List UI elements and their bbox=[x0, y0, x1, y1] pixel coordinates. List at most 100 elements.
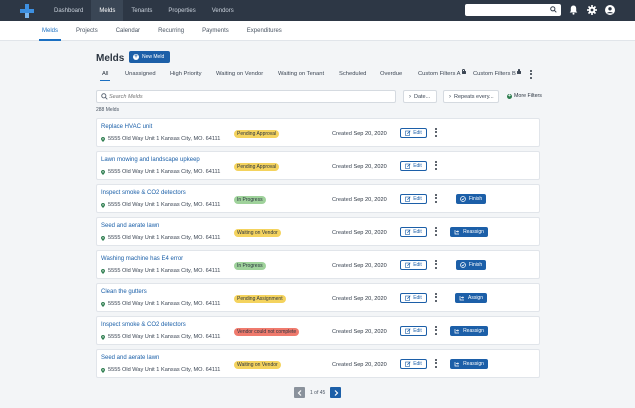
address-text: 5555 Old Way Unit 1 Kansas City, MO. 641… bbox=[108, 235, 221, 241]
subnav-expenditures[interactable]: Expenditures bbox=[247, 21, 282, 41]
meld-menu-icon[interactable] bbox=[435, 227, 438, 236]
logo-icon[interactable] bbox=[20, 3, 34, 18]
meld-card[interactable]: Clean the gutters 5555 Old Way Unit 1 Kan… bbox=[96, 283, 540, 312]
bell-icon[interactable] bbox=[569, 5, 578, 15]
topnav-tenants[interactable]: Tenants bbox=[123, 0, 160, 21]
topnav-vendors[interactable]: Vendors bbox=[204, 0, 242, 21]
tab-all[interactable]: All bbox=[99, 71, 112, 81]
reassign-button[interactable]: Reassign bbox=[450, 227, 488, 237]
tab-overdue[interactable]: Overdue bbox=[380, 71, 402, 77]
meld-title[interactable]: Lawn mowing and landscape upkeep bbox=[101, 157, 200, 163]
subnav-recurring[interactable]: Recurring bbox=[158, 21, 184, 41]
meld-title[interactable]: Seed and aerate lawn bbox=[101, 355, 159, 361]
assign-button[interactable]: Assign bbox=[455, 293, 487, 303]
meld-title[interactable]: Washing machine has E4 error bbox=[101, 256, 183, 262]
meld-menu-icon[interactable] bbox=[435, 128, 438, 137]
search-input[interactable] bbox=[109, 92, 389, 102]
created-value: Sep 20, 2020 bbox=[353, 296, 387, 302]
edit-button[interactable]: Edit bbox=[400, 128, 427, 138]
user-avatar-icon[interactable] bbox=[605, 5, 615, 15]
lock-icon bbox=[461, 69, 466, 74]
edit-button[interactable]: Edit bbox=[400, 326, 427, 336]
more-filters-label: More Filters bbox=[514, 93, 542, 99]
finish-button[interactable]: Finish bbox=[456, 194, 486, 204]
meld-menu-icon[interactable] bbox=[435, 260, 438, 269]
created-prefix: Created bbox=[332, 197, 352, 203]
tab-high-priority[interactable]: High Priority bbox=[170, 71, 202, 77]
edit-button[interactable]: Edit bbox=[400, 293, 427, 303]
edit-button[interactable]: Edit bbox=[400, 194, 427, 204]
previous-page-button[interactable] bbox=[294, 387, 305, 398]
tab-custom-filters-a-label: Custom Filters A bbox=[418, 71, 461, 77]
edit-label: Edit bbox=[413, 229, 422, 235]
meld-card[interactable]: Replace HVAC unit 5555 Old Way Unit 1 Kan… bbox=[96, 118, 540, 147]
tab-waiting-on-vendor[interactable]: Waiting on Vendor bbox=[216, 71, 263, 77]
edit-label: Edit bbox=[413, 328, 422, 334]
new-meld-button[interactable]: + New Meld bbox=[129, 51, 171, 63]
subnav-melds[interactable]: Melds bbox=[38, 21, 62, 41]
global-search-input[interactable] bbox=[465, 4, 561, 16]
date-filter-button[interactable]: › Date... bbox=[403, 90, 437, 103]
meld-title[interactable]: Inspect smoke & CO2 detectors bbox=[101, 322, 186, 328]
edit-button[interactable]: Edit bbox=[400, 359, 427, 369]
subnav-calendar[interactable]: Calendar bbox=[116, 21, 140, 41]
meld-menu-icon[interactable] bbox=[435, 161, 438, 170]
page-indicator: 1 of 45 bbox=[310, 389, 326, 396]
meld-address: 5555 Old Way Unit 1 Kansas City, MO. 641… bbox=[101, 235, 220, 241]
created-date: Created Sep 20, 2020 bbox=[332, 329, 387, 335]
meld-title[interactable]: Inspect smoke & CO2 detectors bbox=[101, 190, 186, 196]
reassign-button[interactable]: Reassign bbox=[450, 326, 488, 336]
tab-custom-filters-b-label: Custom Filters B bbox=[473, 71, 516, 77]
reassign-button[interactable]: Reassign bbox=[450, 359, 488, 369]
tab-unassigned[interactable]: Unassigned bbox=[125, 71, 156, 77]
meld-title[interactable]: Replace HVAC unit bbox=[101, 124, 152, 130]
topnav-properties[interactable]: Properties bbox=[160, 0, 203, 21]
subnav-projects[interactable]: Projects bbox=[76, 21, 98, 41]
meld-card[interactable]: Lawn mowing and landscape upkeep 5555 Old… bbox=[96, 151, 540, 180]
repeats-filter-button[interactable]: › Repeats every... bbox=[443, 90, 499, 103]
meld-card[interactable]: Seed and aerate lawn 5555 Old Way Unit 1 … bbox=[96, 349, 540, 378]
topnav-melds[interactable]: Melds bbox=[91, 0, 124, 21]
meld-card[interactable]: Inspect smoke & CO2 detectors 5555 Old Wa… bbox=[96, 316, 540, 345]
meld-address: 5555 Old Way Unit 1 Kansas City, MO. 641… bbox=[101, 301, 220, 307]
repeats-filter-label: Repeats every... bbox=[454, 93, 494, 100]
edit-button[interactable]: Edit bbox=[400, 227, 427, 237]
edit-icon bbox=[405, 130, 411, 136]
status-badge: In Progress bbox=[234, 262, 266, 270]
created-date: Created Sep 20, 2020 bbox=[332, 131, 387, 137]
meld-menu-icon[interactable] bbox=[435, 194, 438, 203]
more-filters-button[interactable]: + More Filters bbox=[507, 93, 542, 99]
subnav-payments[interactable]: Payments bbox=[202, 21, 229, 41]
status-badge: In Progress bbox=[234, 196, 266, 204]
created-value: Sep 20, 2020 bbox=[353, 197, 387, 203]
search-icon[interactable] bbox=[550, 6, 557, 13]
meld-card[interactable]: Washing machine has E4 error 5555 Old Way… bbox=[96, 250, 540, 279]
gear-icon[interactable] bbox=[587, 5, 597, 15]
created-prefix: Created bbox=[332, 362, 352, 368]
finish-button[interactable]: Finish bbox=[456, 260, 486, 270]
tab-custom-filters-b[interactable]: Custom Filters B bbox=[473, 69, 521, 77]
meld-card[interactable]: Seed and aerate lawn 5555 Old Way Unit 1 … bbox=[96, 217, 540, 246]
tab-custom-filters-a[interactable]: Custom Filters A bbox=[418, 69, 466, 77]
topnav-dashboard[interactable]: Dashboard bbox=[46, 0, 91, 21]
tab-waiting-on-tenant[interactable]: Waiting on Tenant bbox=[278, 71, 324, 77]
meld-menu-icon[interactable] bbox=[435, 326, 438, 335]
created-date: Created Sep 20, 2020 bbox=[332, 197, 387, 203]
created-date: Created Sep 20, 2020 bbox=[332, 164, 387, 170]
created-date: Created Sep 20, 2020 bbox=[332, 296, 387, 302]
chevron-right-icon bbox=[334, 389, 339, 396]
created-date: Created Sep 20, 2020 bbox=[332, 362, 387, 368]
created-value: Sep 20, 2020 bbox=[353, 263, 387, 269]
edit-button[interactable]: Edit bbox=[400, 161, 427, 171]
tab-scheduled[interactable]: Scheduled bbox=[339, 71, 366, 77]
edit-button[interactable]: Edit bbox=[400, 260, 427, 270]
meld-title[interactable]: Seed and aerate lawn bbox=[101, 223, 159, 229]
meld-title[interactable]: Clean the gutters bbox=[101, 289, 147, 295]
meld-card[interactable]: Inspect smoke & CO2 detectors 5555 Old Wa… bbox=[96, 184, 540, 213]
meld-menu-icon[interactable] bbox=[435, 293, 438, 302]
meld-search-field[interactable] bbox=[96, 90, 396, 103]
next-page-button[interactable] bbox=[330, 387, 342, 398]
more-tabs-menu-icon[interactable] bbox=[530, 70, 533, 79]
edit-icon bbox=[405, 163, 411, 169]
meld-menu-icon[interactable] bbox=[435, 359, 438, 368]
